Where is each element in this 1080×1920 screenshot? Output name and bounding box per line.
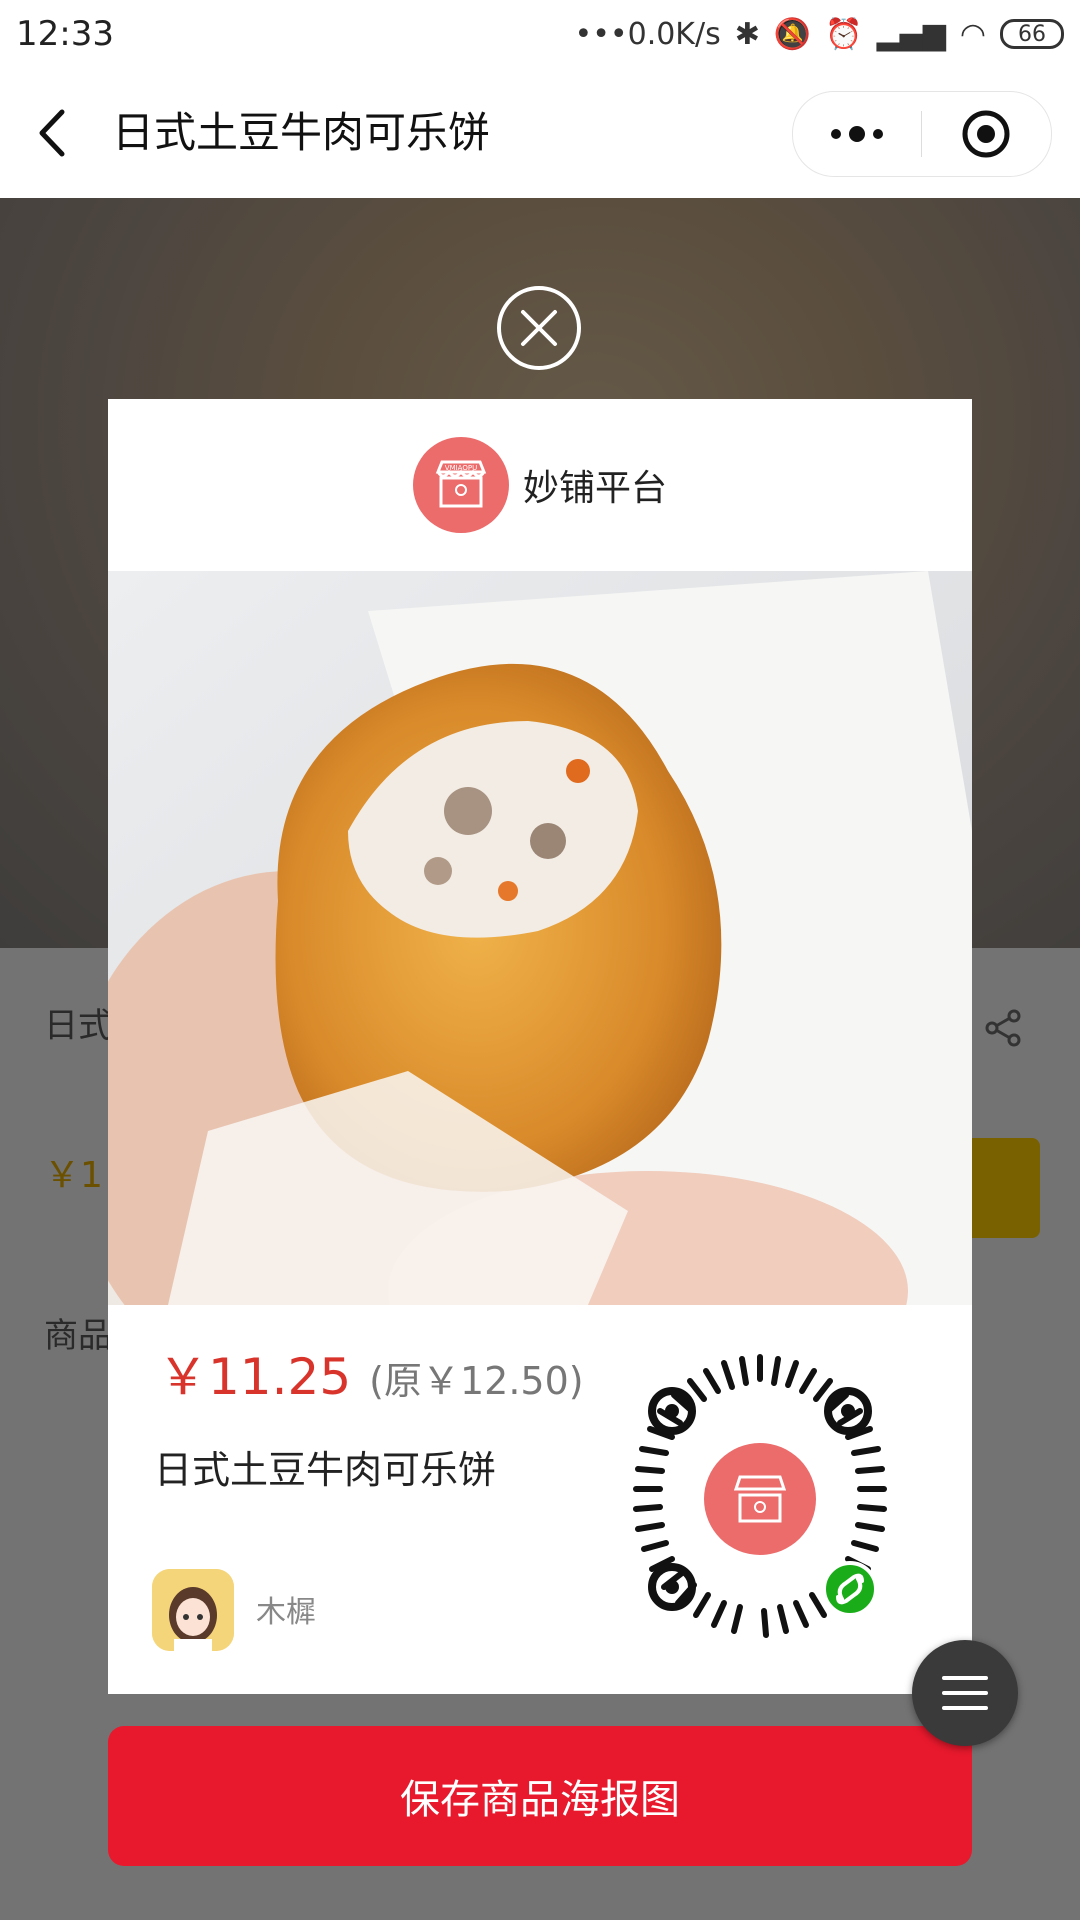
croquette-photo <box>108 571 972 1305</box>
status-bar: 12:33 •••0.0K/s ✱ 🔕 ⏰ ▂▄▆ ◠ 66 <box>0 0 1080 68</box>
logo-text: VMIAOPU <box>445 464 477 472</box>
price-current: ￥11.25 <box>158 1348 352 1406</box>
poster-price: ￥11.25 (原￥12.50) <box>158 1337 584 1409</box>
mini-program-capsule <box>792 91 1052 177</box>
brand-name: 妙铺平台 <box>522 468 667 509</box>
price-original: (原￥12.50) <box>369 1359 584 1403</box>
target-icon <box>962 110 1010 158</box>
save-poster-button[interactable]: 保存商品海报图 <box>108 1726 972 1866</box>
signal-icon: ▂▄▆ <box>876 16 946 52</box>
chevron-left-icon <box>39 109 65 157</box>
mute-icon: 🔕 <box>773 16 812 52</box>
menu-icon <box>942 1676 988 1680</box>
user-name: 木樨 <box>256 1595 316 1630</box>
floating-menu-button[interactable] <box>912 1640 1018 1746</box>
brand-logo: VMIAOPU <box>412 437 509 533</box>
poster-brand-header: VMIAOPU 妙铺平台 <box>108 399 972 571</box>
close-poster-button[interactable] <box>497 286 581 370</box>
alarm-icon: ⏰ <box>825 16 863 52</box>
nav-bar: 日式土豆牛肉可乐饼 <box>0 68 1080 198</box>
more-dots-icon <box>831 129 841 139</box>
close-icon <box>521 310 557 346</box>
bluetooth-icon: ✱ <box>734 16 760 52</box>
status-time: 12:33 <box>16 14 114 54</box>
wifi-icon: ◠ <box>959 16 986 52</box>
back-button[interactable] <box>30 98 80 168</box>
close-mini-program-button[interactable] <box>922 92 1050 176</box>
network-speed: •••0.0K/s <box>574 16 721 52</box>
avatar-illustration <box>152 1569 234 1651</box>
qr-code-icon <box>633 1354 887 1638</box>
more-button[interactable] <box>793 92 921 176</box>
user-avatar <box>152 1569 234 1651</box>
shop-icon: VMIAOPU <box>435 460 487 508</box>
product-image <box>108 571 972 1305</box>
mini-program-code[interactable] <box>610 1349 910 1649</box>
status-icons: •••0.0K/s ✱ 🔕 ⏰ ▂▄▆ ◠ 66 <box>575 17 1064 52</box>
page-title: 日式土豆牛肉可乐饼 <box>112 108 491 157</box>
poster-product-name: 日式土豆牛肉可乐饼 <box>154 1448 497 1492</box>
battery-icon: 66 <box>1000 19 1064 49</box>
share-poster: VMIAOPU 妙铺平台 ￥11.25 (原￥12.50) 日式土豆牛肉可乐饼 … <box>108 399 972 1694</box>
